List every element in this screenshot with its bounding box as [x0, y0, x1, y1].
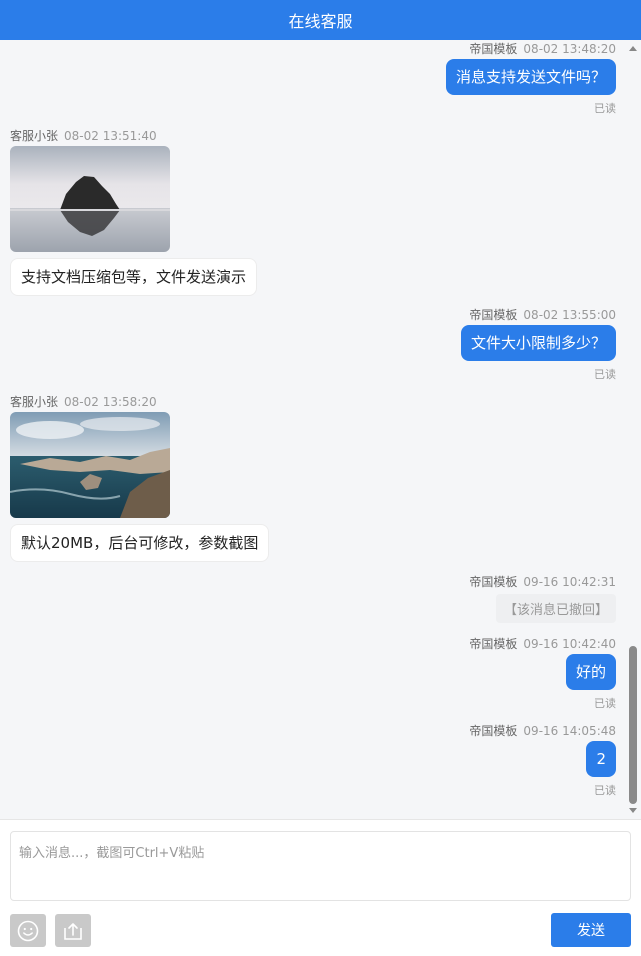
- message-time: 08-02 13:51:40: [64, 129, 157, 143]
- outgoing-message[interactable]: 好的: [565, 654, 616, 690]
- recalled-notice: 【该消息已撤回】: [495, 594, 616, 623]
- message-meta: 客服小张 08-02 13:58:20: [10, 393, 157, 410]
- message-meta: 帝国模板 09-16 10:42:40: [469, 635, 616, 652]
- smiley-icon: [17, 920, 39, 941]
- message-meta: 客服小张 08-02 13:51:40: [10, 127, 157, 144]
- message-time: 09-16 14:05:48: [523, 724, 616, 738]
- sender-name: 帝国模板: [469, 42, 518, 56]
- chat-scrollbar[interactable]: [625, 40, 641, 819]
- message-time: 08-02 13:55:00: [523, 308, 616, 322]
- scroll-down-arrow-icon[interactable]: [629, 808, 637, 813]
- message-input[interactable]: [10, 831, 631, 901]
- upload-icon: [64, 922, 82, 940]
- emoji-button[interactable]: [10, 914, 46, 947]
- message-time: 08-02 13:48:20: [523, 42, 616, 56]
- scrollbar-thumb[interactable]: [629, 646, 637, 804]
- sender-name: 客服小张: [10, 395, 59, 409]
- outgoing-message[interactable]: 文件大小限制多少？: [460, 325, 616, 361]
- message-time: 09-16 10:42:40: [523, 637, 616, 651]
- sender-name: 帝国模板: [469, 575, 518, 589]
- message-meta: 帝国模板 08-02 13:48:20: [469, 40, 616, 57]
- message-meta: 帝国模板 09-16 14:05:48: [469, 722, 616, 739]
- composer: 发送: [0, 819, 641, 956]
- sender-name: 客服小张: [10, 129, 59, 143]
- header-title: 在线客服: [288, 12, 353, 31]
- incoming-message[interactable]: 支持文档压缩包等，文件发送演示: [10, 258, 258, 296]
- outgoing-message[interactable]: 2: [586, 741, 616, 777]
- read-receipt: 已读: [594, 368, 616, 381]
- message-meta: 帝国模板 09-16 10:42:31: [469, 573, 616, 590]
- sender-name: 帝国模板: [469, 308, 518, 322]
- message-meta: 帝国模板 08-02 13:55:00: [469, 306, 616, 323]
- scroll-up-arrow-icon[interactable]: [629, 46, 637, 51]
- coastal-cliffs-ocean-photo[interactable]: [10, 412, 170, 518]
- read-receipt: 已读: [594, 697, 616, 710]
- read-receipt: 已读: [594, 102, 616, 115]
- chat-header: 在线客服: [0, 0, 641, 40]
- message-list[interactable]: 帝国模板 08-02 13:48:20 消息支持发送文件吗？ 已读 客服小张 08-…: [0, 40, 641, 819]
- read-receipt: 已读: [594, 784, 616, 797]
- send-button[interactable]: 发送: [551, 913, 631, 947]
- outgoing-message[interactable]: 消息支持发送文件吗？: [445, 59, 616, 95]
- sender-name: 帝国模板: [469, 637, 518, 651]
- sender-name: 帝国模板: [469, 724, 518, 738]
- message-time: 08-02 13:58:20: [64, 395, 157, 409]
- island-rock-lake-photo[interactable]: [10, 146, 170, 252]
- message-time: 09-16 10:42:31: [523, 575, 616, 589]
- incoming-message[interactable]: 默认20MB，后台可修改，参数截图: [10, 524, 270, 562]
- upload-file-button[interactable]: [55, 914, 91, 947]
